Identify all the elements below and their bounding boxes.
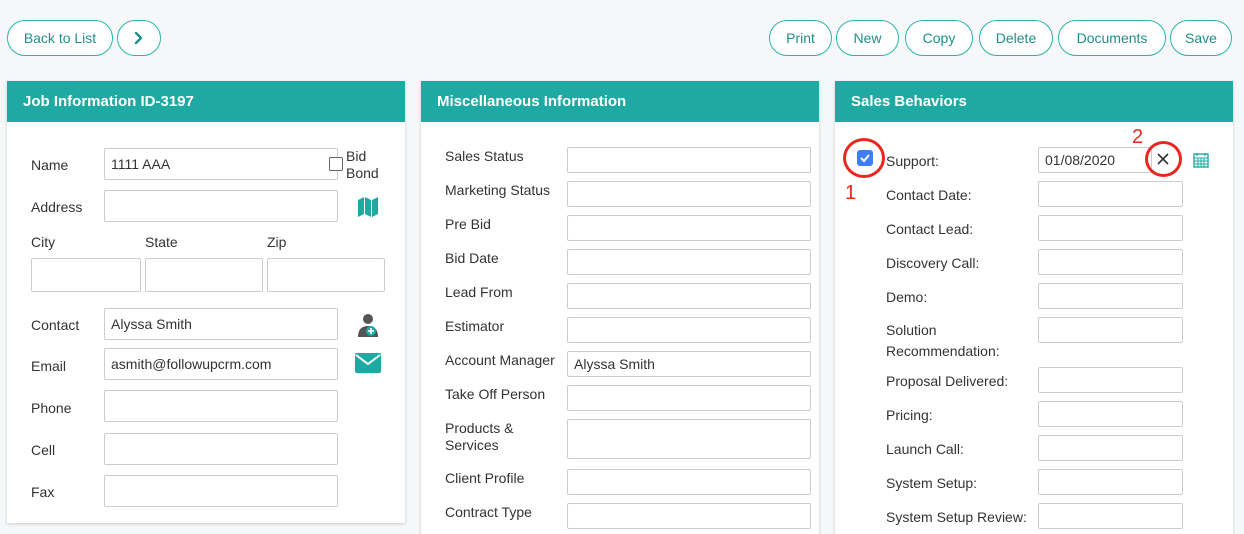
job-information-header: Job Information ID-3197 — [7, 81, 405, 122]
calendar-icon[interactable] — [1193, 152, 1209, 168]
contact-input[interactable] — [104, 308, 338, 340]
contact-lead-label: Contact Lead: — [886, 221, 974, 237]
sales-behaviors-header: Sales Behaviors — [835, 81, 1233, 122]
save-button[interactable]: Save — [1170, 20, 1232, 56]
annotation-marker-2: 2 — [1132, 126, 1144, 148]
phone-input[interactable] — [104, 390, 338, 422]
pre-bid-input[interactable] — [567, 215, 811, 241]
name-label: Name — [31, 157, 69, 173]
name-input[interactable] — [104, 148, 338, 180]
system-setup-label: System Setup: — [886, 475, 978, 491]
city-input[interactable] — [31, 258, 141, 292]
print-button[interactable]: Print — [769, 20, 832, 56]
products-services-input[interactable] — [567, 419, 811, 459]
envelope-icon[interactable] — [355, 352, 381, 374]
proposal-delivered-input[interactable] — [1038, 367, 1183, 393]
cell-input[interactable] — [104, 433, 338, 465]
annotation-circle-1 — [843, 138, 885, 178]
add-contact-icon[interactable] — [356, 312, 382, 338]
demo-label: Demo: — [886, 289, 928, 305]
take-off-person-label: Take Off Person — [445, 386, 546, 402]
chevron-right-icon — [134, 31, 143, 45]
support-label: Support: — [886, 153, 939, 169]
back-to-list-button[interactable]: Back to List — [7, 20, 113, 56]
fax-label: Fax — [31, 484, 55, 500]
pricing-input[interactable] — [1038, 401, 1183, 427]
email-label: Email — [31, 358, 67, 374]
contact-date-input[interactable] — [1038, 181, 1183, 207]
new-button[interactable]: New — [836, 20, 899, 56]
contact-lead-input[interactable] — [1038, 215, 1183, 241]
discovery-call-input[interactable] — [1038, 249, 1183, 275]
state-input[interactable] — [145, 258, 263, 292]
bid-bond-label: Bid Bond — [346, 148, 379, 181]
annotation-circle-2 — [1145, 141, 1182, 177]
bid-bond-checkbox[interactable] — [329, 157, 343, 171]
city-label: City — [31, 234, 56, 250]
phone-label: Phone — [31, 400, 72, 416]
launch-call-label: Launch Call: — [886, 441, 964, 457]
map-icon[interactable] — [356, 195, 380, 219]
contact-label: Contact — [31, 317, 80, 333]
system-setup-review-input[interactable] — [1038, 503, 1183, 529]
client-profile-input[interactable] — [567, 469, 811, 495]
bid-date-input[interactable] — [567, 249, 811, 275]
misc-information-header: Miscellaneous Information — [421, 81, 819, 122]
address-label: Address — [31, 199, 83, 215]
estimator-input[interactable] — [567, 317, 811, 343]
address-input[interactable] — [104, 190, 338, 222]
copy-button[interactable]: Copy — [905, 20, 973, 56]
marketing-status-label: Marketing Status — [445, 182, 551, 198]
take-off-person-input[interactable] — [567, 385, 811, 411]
state-label: State — [145, 234, 178, 250]
next-button[interactable] — [117, 20, 161, 56]
estimator-label: Estimator — [445, 318, 505, 334]
email-input[interactable] — [104, 348, 338, 380]
proposal-delivered-label: Proposal Delivered: — [886, 373, 1009, 389]
solution-recommendation-input[interactable] — [1038, 317, 1183, 343]
products-services-label: Products & Services — [445, 420, 514, 453]
client-profile-label: Client Profile — [445, 470, 525, 486]
launch-call-input[interactable] — [1038, 435, 1183, 461]
contact-date-label: Contact Date: — [886, 187, 972, 203]
sales-status-label: Sales Status — [445, 148, 524, 164]
account-manager-input[interactable] — [567, 351, 811, 377]
solution-recommendation-label: Solution Recommendation: — [886, 322, 1000, 359]
annotation-marker-1: 1 — [845, 182, 857, 204]
contract-type-label: Contract Type — [445, 504, 532, 520]
pricing-label: Pricing: — [886, 407, 933, 423]
lead-from-input[interactable] — [567, 283, 811, 309]
contract-type-input[interactable] — [567, 503, 811, 529]
system-setup-review-label: System Setup Review: — [886, 509, 1027, 525]
fax-input[interactable] — [104, 475, 338, 507]
bid-date-label: Bid Date — [445, 250, 499, 266]
cell-label: Cell — [31, 442, 56, 458]
support-date-input[interactable] — [1038, 147, 1152, 173]
account-manager-label: Account Manager — [445, 352, 555, 368]
zip-label: Zip — [267, 234, 287, 250]
pre-bid-label: Pre Bid — [445, 216, 491, 232]
zip-input[interactable] — [267, 258, 385, 292]
discovery-call-label: Discovery Call: — [886, 255, 980, 271]
marketing-status-input[interactable] — [567, 181, 811, 207]
system-setup-input[interactable] — [1038, 469, 1183, 495]
lead-from-label: Lead From — [445, 284, 513, 300]
documents-button[interactable]: Documents — [1058, 20, 1166, 56]
delete-button[interactable]: Delete — [979, 20, 1053, 56]
sales-status-input[interactable] — [567, 147, 811, 173]
demo-input[interactable] — [1038, 283, 1183, 309]
